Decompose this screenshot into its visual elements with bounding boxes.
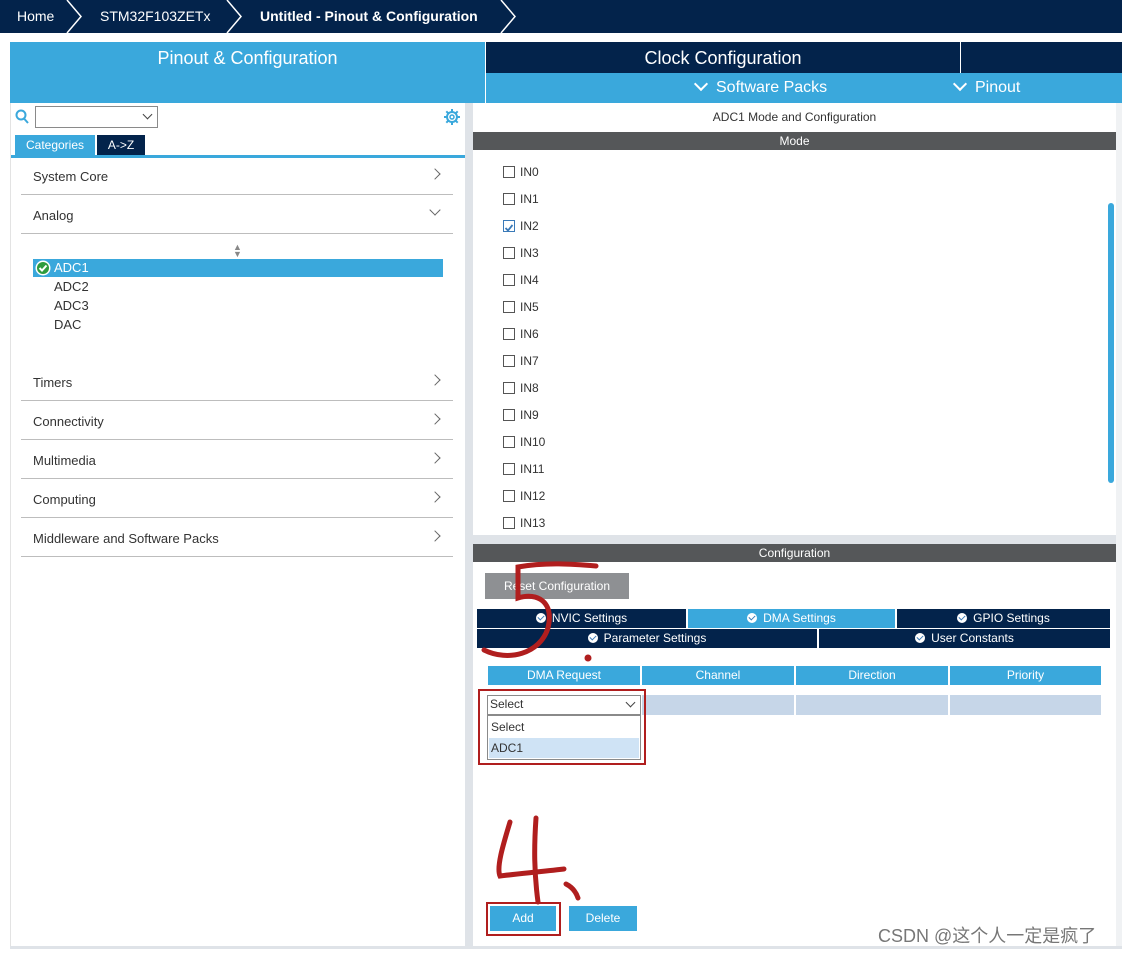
breadcrumb-separator-icon xyxy=(226,0,242,33)
checkbox[interactable] xyxy=(503,436,515,448)
table-cell-channel xyxy=(642,695,794,715)
annotation-step-5: 5. xyxy=(481,561,599,662)
column-header-priority: Priority xyxy=(950,666,1101,685)
list-item-adc1[interactable]: ADC1 xyxy=(33,259,443,277)
tab-user-constants[interactable]: User Constants xyxy=(819,629,1110,648)
checkbox[interactable] xyxy=(503,193,515,205)
breadcrumb-device[interactable]: STM32F103ZETx xyxy=(100,0,210,33)
tab-gpio-settings[interactable]: GPIO Settings xyxy=(897,609,1110,628)
checkbox[interactable] xyxy=(503,409,515,421)
tab-dma-settings[interactable]: DMA Settings xyxy=(688,609,895,628)
annotation-highlight-box xyxy=(486,902,561,936)
checkbox[interactable] xyxy=(503,301,515,313)
gear-icon[interactable] xyxy=(443,108,461,126)
main-tabs: Pinout & Configuration Clock Configurati… xyxy=(10,42,1122,103)
list-item-adc2[interactable]: ADC2 xyxy=(33,278,443,296)
check-icon xyxy=(747,613,758,623)
column-header-direction: Direction xyxy=(796,666,948,685)
category-multimedia[interactable]: Multimedia xyxy=(21,440,453,479)
breadcrumb-separator-icon xyxy=(66,0,82,33)
watermark: CSDN @这个人一定是疯了 xyxy=(878,926,1097,946)
checkbox[interactable] xyxy=(503,247,515,259)
chevron-down-icon xyxy=(693,76,709,92)
check-circle-icon xyxy=(35,260,51,276)
checkbox[interactable] xyxy=(503,274,515,286)
chevron-right-icon xyxy=(429,452,441,464)
check-icon xyxy=(957,613,968,623)
delete-button[interactable]: Delete xyxy=(569,906,637,931)
tab-clock-configuration[interactable]: Clock Configuration xyxy=(486,42,960,73)
chevron-right-icon xyxy=(429,413,441,425)
breadcrumb-home[interactable]: Home xyxy=(17,0,54,33)
category-panel: Categories A->Z System Core Analog ▲ ▼ AD… xyxy=(10,103,466,946)
category-system-core[interactable]: System Core xyxy=(21,156,453,195)
panel-title: ADC1 Mode and Configuration xyxy=(712,110,877,124)
sub-menu-bar: Software Packs Pinout xyxy=(486,73,1122,103)
tab-empty xyxy=(961,42,1122,73)
breadcrumb-current[interactable]: Untitled - Pinout & Configuration xyxy=(260,0,478,33)
breadcrumb-separator-icon xyxy=(500,0,516,33)
checkbox-checked[interactable] xyxy=(503,220,515,232)
list-item-adc3[interactable]: ADC3 xyxy=(33,297,443,315)
tab-pinout-configuration[interactable]: Pinout & Configuration xyxy=(10,42,485,103)
breadcrumb: Home STM32F103ZETx Untitled - Pinout & C… xyxy=(0,0,1122,34)
mode-scrollbar[interactable] xyxy=(1108,203,1114,483)
category-middleware[interactable]: Middleware and Software Packs xyxy=(21,518,453,557)
search-combo[interactable] xyxy=(35,106,158,128)
chevron-right-icon xyxy=(429,491,441,503)
tab-categories[interactable]: Categories xyxy=(15,135,95,155)
panel-divider[interactable] xyxy=(473,535,1116,544)
annotation-step-4: 4. xyxy=(496,815,581,905)
tab-a-z[interactable]: A->Z xyxy=(97,135,145,155)
table-cell-priority xyxy=(950,695,1101,715)
category-analog[interactable]: Analog xyxy=(21,195,453,234)
sort-icon[interactable]: ▲ ▼ xyxy=(233,243,242,259)
checkbox[interactable] xyxy=(503,355,515,367)
chevron-right-icon xyxy=(429,374,441,386)
checkbox[interactable] xyxy=(503,382,515,394)
check-icon xyxy=(915,633,926,643)
panel-splitter[interactable] xyxy=(465,103,473,946)
category-timers[interactable]: Timers xyxy=(21,362,453,401)
pinout-menu[interactable]: Pinout xyxy=(952,73,1020,103)
checkbox[interactable] xyxy=(503,490,515,502)
checkbox[interactable] xyxy=(503,166,515,178)
mode-list: IN0 IN1 IN2 IN3 IN4 IN5 IN6 IN7 IN8 IN9 … xyxy=(473,151,1116,535)
category-computing[interactable]: Computing xyxy=(21,479,453,518)
checkbox[interactable] xyxy=(503,517,515,529)
chevron-down-icon xyxy=(952,76,968,92)
column-header-channel: Channel xyxy=(642,666,794,685)
checkbox[interactable] xyxy=(503,463,515,475)
checkbox[interactable] xyxy=(503,328,515,340)
annotation-highlight-box xyxy=(478,689,646,765)
chevron-right-icon xyxy=(429,530,441,542)
chevron-down-icon xyxy=(142,109,153,120)
checkmark-icon xyxy=(504,224,514,232)
table-cell-direction xyxy=(796,695,948,715)
bottom-border xyxy=(10,946,1122,949)
chevron-right-icon xyxy=(429,168,441,180)
column-header-dma-request: DMA Request xyxy=(488,666,640,685)
chevron-down-icon xyxy=(429,204,441,216)
search-icon[interactable] xyxy=(15,109,29,125)
window-scrollbar[interactable] xyxy=(1116,103,1122,946)
mode-header: Mode xyxy=(473,132,1116,150)
software-packs-menu[interactable]: Software Packs xyxy=(693,73,827,103)
list-item-dac[interactable]: DAC xyxy=(33,316,443,334)
category-connectivity[interactable]: Connectivity xyxy=(21,401,453,440)
